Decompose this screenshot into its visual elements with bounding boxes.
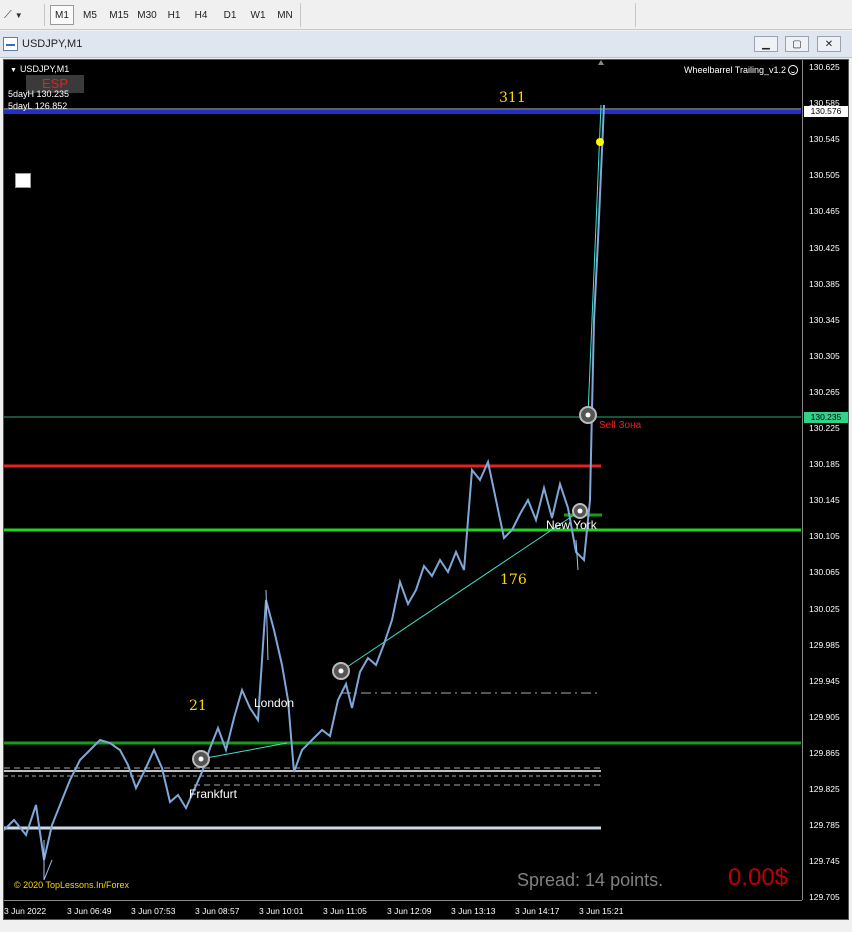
price-label: 129.945 [809,675,840,686]
price-label: 129.985 [809,639,840,650]
timeframe-w1[interactable]: W1 [245,5,271,25]
time-label: 3 Jun 08:57 [195,906,240,916]
entry-marker-dot [198,756,204,762]
price-label: 130.305 [809,350,840,361]
minimize-button[interactable]: ▁ [754,36,778,52]
chart-shift-marker[interactable] [598,60,604,65]
spread-text: Spread: 14 points. [517,870,664,890]
session-london: London [254,696,295,710]
time-label: 3 Jun 10:01 [259,906,304,916]
timeframe-mn[interactable]: MN [272,5,298,25]
price-label: 129.705 [809,892,840,903]
triangle-down-icon: ▼ [10,67,17,74]
indicator-checkbox[interactable] [15,173,31,188]
time-label: 3 Jun 13:13 [451,906,496,916]
price-scale[interactable]: 130.625 130.585 130.545 130.505 130.465 130.4… [802,60,848,903]
chart-window-icon [3,37,18,51]
timeframe-h4[interactable]: H4 [189,5,213,25]
price-label: 130.265 [809,386,840,397]
zone-price-tag: 130.235 [804,412,848,423]
toolbar-divider [300,3,301,27]
price-label: 130.185 [809,459,840,470]
timeframe-d1[interactable]: D1 [218,5,242,25]
current-price-tag: 130.576 [804,106,848,117]
toolbar-empty-area [302,3,636,27]
timeframe-h1[interactable]: H1 [162,5,186,25]
price-label: 130.625 [809,62,840,72]
restore-button[interactable]: ▢ [785,36,809,52]
five-day-high: 5dayH 130.235 [8,89,70,99]
time-label: 3 Jun 12:09 [387,906,432,916]
profit-text: 0.00$ [728,864,789,891]
toolbar-divider [44,4,45,26]
price-label: 129.865 [809,747,840,758]
five-day-low: 5dayL 126.852 [8,101,68,111]
time-label: 3 Jun 2022 [4,906,47,916]
timeframe-m15[interactable]: M15 [105,5,133,25]
minimize-icon: ▁ [762,38,770,50]
timeframe-m5[interactable]: M5 [78,5,102,25]
price-label: 130.385 [809,278,840,289]
time-label: 3 Jun 06:49 [67,906,112,916]
time-label: 3 Jun 11:05 [323,906,367,916]
chart-window-title: USDJPY,M1 [22,38,83,50]
close-icon: ✕ [824,38,834,50]
price-label: 130.225 [809,423,840,433]
session-frankfurt: Frankfurt [189,787,238,801]
close-button[interactable]: ✕ [817,36,841,52]
timeframe-toolbar: ⟋ ▼ M1 M5 M15 M30 H1 H4 D1 W1 MN [0,0,852,30]
time-label: 3 Jun 07:53 [131,906,176,916]
price-label: 130.505 [809,170,840,181]
drawing-tools-button[interactable]: ⟋ ▼ [4,5,38,25]
entry-marker-dot [338,668,344,674]
trend-line-1[interactable] [200,742,288,760]
price-label: 129.825 [809,784,840,794]
label-21: 21 [189,698,207,714]
entry-marker-dot [577,508,583,514]
indicator-name: Wheelbarrel Trailing_v1.2 [684,65,798,75]
price-label: 130.345 [809,314,840,325]
sell-zone-marker-dot [585,412,591,418]
chart-canvas[interactable] [4,60,850,921]
price-label: 130.545 [809,134,840,145]
timeframe-m30[interactable]: M30 [133,5,161,25]
price-label: 130.065 [809,567,840,578]
price-label: 130.025 [809,603,840,614]
price-label: 130.425 [809,242,840,253]
price-label: 130.145 [809,495,840,506]
price-label: 130.105 [809,531,840,542]
label-311: 311 [499,90,526,106]
price-star-marker [596,138,604,146]
time-scale[interactable]: 3 Jun 2022 3 Jun 06:49 3 Jun 07:53 3 Jun 08… [4,900,802,920]
price-chart[interactable]: ▼ USDJPY,M1 ESP 5dayH 130.235 5dayL 126.8… [3,59,849,920]
session-newyork: New York [546,518,597,532]
price-label: 129.785 [809,820,840,831]
sell-zone-label: Sell Зона [599,420,642,431]
price-series [4,104,605,861]
label-176: 176 [500,572,527,588]
smiley-icon [788,65,798,75]
time-label: 3 Jun 15:21 [579,906,624,916]
price-label: 129.745 [809,856,840,867]
price-label: 130.465 [809,206,840,217]
symbol-label[interactable]: ▼ USDJPY,M1 [10,64,69,74]
restore-icon: ▢ [792,38,802,50]
trend-line-2[interactable] [340,510,581,672]
timeframe-m1[interactable]: M1 [50,5,74,25]
price-label: 129.905 [809,711,840,722]
chart-window-titlebar[interactable]: USDJPY,M1 ▁ ▢ ✕ [0,31,852,58]
chevron-down-icon: ▼ [14,10,23,20]
trend-line-3[interactable] [587,104,602,416]
time-label: 3 Jun 14:17 [515,906,560,916]
line-tools-icon: ⟋ [4,8,12,21]
copyright-text: © 2020 TopLessons.In/Forex [14,880,130,890]
